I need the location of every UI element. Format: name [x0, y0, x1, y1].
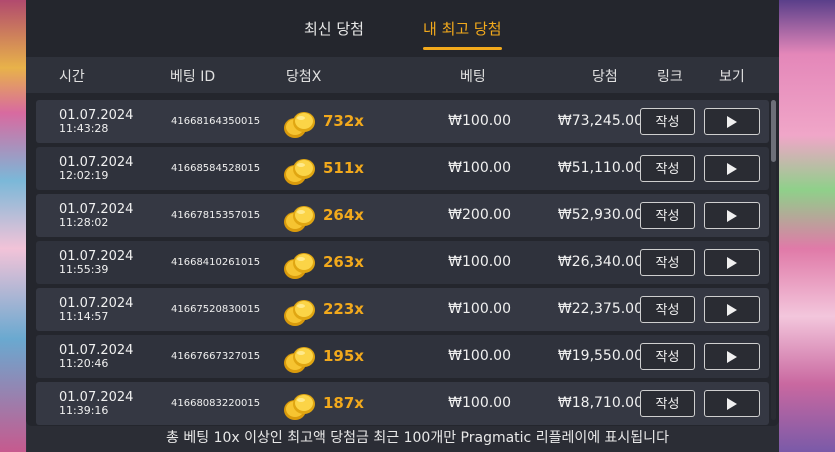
- table-row: 01.07.2024 11:43:28 41668164350015 732x ₩100…: [36, 100, 769, 143]
- coins-icon: [283, 250, 317, 279]
- replay-button[interactable]: [704, 296, 760, 323]
- row-time: 11:39:16: [59, 404, 109, 417]
- row-bet-id: 41668083220015: [171, 398, 261, 409]
- wins-table-body[interactable]: 01.07.2024 11:43:28 41668164350015 732x ₩100…: [36, 100, 769, 426]
- create-link-button[interactable]: 작성: [640, 390, 695, 417]
- create-link-button[interactable]: 작성: [640, 155, 695, 182]
- row-bet-id: 41668584528015: [171, 163, 261, 174]
- row-date: 01.07.2024: [59, 296, 134, 311]
- row-time: 11:14:57: [59, 310, 109, 323]
- replay-button[interactable]: [704, 390, 760, 417]
- row-date: 01.07.2024: [59, 155, 134, 170]
- tab-latest-wins[interactable]: 최신 당첨: [304, 18, 364, 39]
- column-header-bet-id: 베팅 ID: [170, 69, 216, 85]
- table-row: 01.07.2024 11:55:39 41668410261015 263x ₩100…: [36, 241, 769, 284]
- scrollbar-thumb[interactable]: [771, 100, 776, 162]
- create-link-button[interactable]: 작성: [640, 343, 695, 370]
- wins-panel: 최신 당첨 내 최고 당첨 시간 베팅 ID 당첨X 베팅 당첨 링크 보기 0…: [26, 0, 779, 426]
- coins-icon: [283, 344, 317, 373]
- row-time: 12:02:19: [59, 169, 109, 182]
- row-bet-id: 41668410261015: [171, 257, 261, 268]
- row-win-amount: ₩19,550.00: [557, 348, 643, 364]
- row-bet-amount: ₩100.00: [448, 348, 511, 364]
- column-header-time: 시간: [59, 69, 85, 85]
- row-time: 11:28:02: [59, 216, 109, 229]
- replay-button[interactable]: [704, 202, 760, 229]
- column-header-win: 당첨: [592, 69, 618, 85]
- row-bet-amount: ₩200.00: [448, 207, 511, 223]
- play-icon: [727, 210, 737, 222]
- row-bet-amount: ₩100.00: [448, 395, 511, 411]
- coins-icon: [283, 156, 317, 185]
- tab-bar: 최신 당첨 내 최고 당첨: [26, 0, 779, 52]
- table-header: 시간 베팅 ID 당첨X 베팅 당첨 링크 보기: [26, 57, 779, 93]
- replay-button[interactable]: [704, 155, 760, 182]
- row-multiplier: 187x: [323, 394, 364, 412]
- replay-button[interactable]: [704, 249, 760, 276]
- replay-button[interactable]: [704, 108, 760, 135]
- play-icon: [727, 257, 737, 269]
- play-icon: [727, 398, 737, 410]
- active-tab-indicator: [423, 47, 502, 50]
- table-row: 01.07.2024 11:14:57 41667520830015 223x ₩100…: [36, 288, 769, 331]
- footer-note: 총 베팅 10x 이상인 최고액 당첨금 최근 100개만 Pragmatic …: [166, 430, 669, 446]
- row-date: 01.07.2024: [59, 343, 134, 358]
- row-date: 01.07.2024: [59, 390, 134, 405]
- row-bet-amount: ₩100.00: [448, 301, 511, 317]
- row-multiplier: 223x: [323, 300, 364, 318]
- row-multiplier: 264x: [323, 206, 364, 224]
- coins-icon: [283, 297, 317, 326]
- coins-icon: [283, 109, 317, 138]
- play-icon: [727, 304, 737, 316]
- replay-button[interactable]: [704, 343, 760, 370]
- row-date: 01.07.2024: [59, 249, 134, 264]
- row-bet-id: 41667815357015: [171, 210, 261, 221]
- row-bet-id: 41667667327015: [171, 351, 261, 362]
- row-win-amount: ₩18,710.00: [557, 395, 643, 411]
- row-time: 11:55:39: [59, 263, 109, 276]
- coins-icon: [283, 203, 317, 232]
- table-row: 01.07.2024 11:28:02 41667815357015 264x ₩200…: [36, 194, 769, 237]
- column-header-link: 링크: [657, 69, 683, 85]
- game-background-left: [0, 0, 26, 452]
- create-link-button[interactable]: 작성: [640, 296, 695, 323]
- table-row: 01.07.2024 11:20:46 41667667327015 195x ₩100…: [36, 335, 769, 378]
- row-win-amount: ₩26,340.00: [557, 254, 643, 270]
- play-icon: [727, 116, 737, 128]
- row-win-amount: ₩52,930.00: [557, 207, 643, 223]
- column-header-view: 보기: [719, 69, 745, 85]
- create-link-button[interactable]: 작성: [640, 108, 695, 135]
- table-row: 01.07.2024 12:02:19 41668584528015 511x ₩100…: [36, 147, 769, 190]
- row-win-amount: ₩51,110.00: [557, 160, 643, 176]
- row-bet-id: 41667520830015: [171, 304, 261, 315]
- row-bet-amount: ₩100.00: [448, 160, 511, 176]
- table-row: 01.07.2024 11:39:16 41668083220015 187x ₩100…: [36, 382, 769, 425]
- row-date: 01.07.2024: [59, 108, 134, 123]
- row-multiplier: 732x: [323, 112, 364, 130]
- column-header-multiplier: 당첨X: [286, 69, 322, 85]
- row-bet-amount: ₩100.00: [448, 113, 511, 129]
- row-win-amount: ₩73,245.00: [557, 113, 643, 129]
- column-header-bet: 베팅: [460, 69, 486, 85]
- play-icon: [727, 163, 737, 175]
- row-bet-amount: ₩100.00: [448, 254, 511, 270]
- row-bet-id: 41668164350015: [171, 116, 261, 127]
- coins-icon: [283, 391, 317, 420]
- scrollbar[interactable]: [771, 100, 776, 420]
- row-multiplier: 511x: [323, 159, 364, 177]
- create-link-button[interactable]: 작성: [640, 249, 695, 276]
- create-link-button[interactable]: 작성: [640, 202, 695, 229]
- row-date: 01.07.2024: [59, 202, 134, 217]
- row-multiplier: 263x: [323, 253, 364, 271]
- row-multiplier: 195x: [323, 347, 364, 365]
- play-icon: [727, 351, 737, 363]
- row-win-amount: ₩22,375.00: [557, 301, 643, 317]
- game-background-right: [779, 0, 835, 452]
- tab-my-top-wins[interactable]: 내 최고 당첨: [423, 18, 502, 39]
- row-time: 11:20:46: [59, 357, 109, 370]
- row-time: 11:43:28: [59, 122, 109, 135]
